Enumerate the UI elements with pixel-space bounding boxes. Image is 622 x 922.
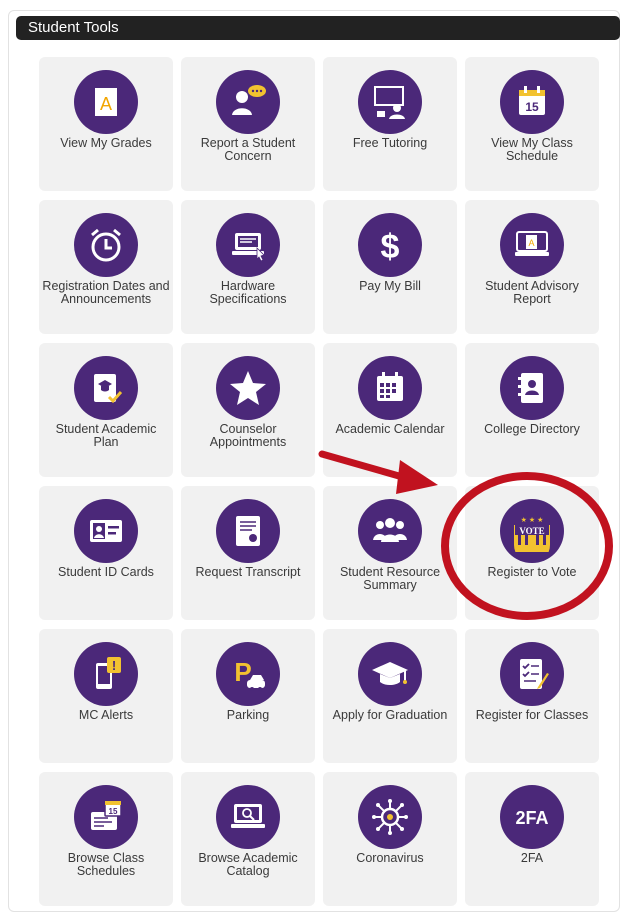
- tile-label: Parking: [226, 708, 270, 722]
- tile-label: 2FA: [520, 851, 544, 865]
- parking-icon: P: [216, 642, 280, 706]
- twofa-icon: 2FA: [500, 785, 564, 849]
- tile-label: Student Resource Summary: [339, 565, 441, 592]
- tile-counselor-appointments[interactable]: Counselor Appointments: [181, 343, 315, 477]
- tile-label: Registration Dates and Announcements: [42, 279, 170, 306]
- alarm-clock-icon: [74, 213, 138, 277]
- tile-label: Free Tutoring: [352, 136, 428, 150]
- tile-parking[interactable]: P Parking: [181, 629, 315, 763]
- tile-label: Academic Calendar: [335, 422, 445, 436]
- tile-free-tutoring[interactable]: Free Tutoring: [323, 57, 457, 191]
- tile-label: Student Academic Plan: [55, 422, 157, 449]
- grad-cap-icon: [358, 642, 422, 706]
- transcript-icon: [216, 499, 280, 563]
- svg-text:A: A: [100, 94, 112, 114]
- svg-text:A: A: [528, 238, 534, 248]
- tile-register-to-vote[interactable]: VOTE ★ ★ ★ Register to Vote: [465, 486, 599, 620]
- directory-icon: [500, 356, 564, 420]
- virus-icon: [358, 785, 422, 849]
- tile-pay-my-bill[interactable]: $ Pay My Bill: [323, 200, 457, 334]
- tile-mc-alerts[interactable]: ! MC Alerts: [39, 629, 173, 763]
- tile-label: Student ID Cards: [58, 565, 154, 579]
- catalog-icon: [216, 785, 280, 849]
- tile-register-for-classes[interactable]: Register for Classes: [465, 629, 599, 763]
- dollar-icon: $: [358, 213, 422, 277]
- vote-icon: VOTE ★ ★ ★: [500, 499, 564, 563]
- tile-label: Register for Classes: [475, 708, 589, 722]
- tile-apply-for-graduation[interactable]: Apply for Graduation: [323, 629, 457, 763]
- tile-student-advisory-report[interactable]: A Student Advisory Report: [465, 200, 599, 334]
- tile-student-id-cards[interactable]: Student ID Cards: [39, 486, 173, 620]
- concern-icon: [216, 70, 280, 134]
- checklist-icon: [500, 642, 564, 706]
- tile-academic-calendar[interactable]: Academic Calendar: [323, 343, 457, 477]
- svg-text:15: 15: [525, 100, 539, 114]
- tile-label: Student Advisory Report: [485, 279, 579, 306]
- tile-label: Hardware Specifications: [209, 279, 287, 306]
- grade-icon: A: [74, 70, 138, 134]
- tile-coronavirus[interactable]: Coronavirus: [323, 772, 457, 906]
- tile-label: Browse Academic Catalog: [198, 851, 298, 878]
- tile-label: College Directory: [484, 422, 580, 436]
- panel-title: Student Tools: [16, 16, 620, 40]
- tile-label: Apply for Graduation: [332, 708, 448, 722]
- tile-hardware-specifications[interactable]: Hardware Specifications: [181, 200, 315, 334]
- tile-request-transcript[interactable]: Request Transcript: [181, 486, 315, 620]
- alert-phone-icon: !: [74, 642, 138, 706]
- laptop-icon: [216, 213, 280, 277]
- tools-grid: A View My Grades Report a Student Concer…: [39, 57, 601, 906]
- svg-text:$: $: [381, 228, 400, 266]
- tile-registration-dates[interactable]: Registration Dates and Announcements: [39, 200, 173, 334]
- schedule-badge: 15: [109, 807, 118, 816]
- tile-report-student-concern[interactable]: Report a Student Concern: [181, 57, 315, 191]
- tile-label: Request Transcript: [195, 565, 301, 579]
- calendar-icon: [358, 356, 422, 420]
- svg-text:!: !: [112, 658, 116, 673]
- tutoring-icon: [358, 70, 422, 134]
- star-person-icon: [216, 356, 280, 420]
- people-icon: [358, 499, 422, 563]
- tile-label: View My Class Schedule: [491, 136, 573, 163]
- plan-icon: [74, 356, 138, 420]
- report-icon: A: [500, 213, 564, 277]
- calendar-15-icon: 15: [500, 70, 564, 134]
- tile-label: Register to Vote: [487, 565, 577, 579]
- tile-student-resource-summary[interactable]: Student Resource Summary: [323, 486, 457, 620]
- tile-label: Browse Class Schedules: [67, 851, 145, 878]
- tile-label: View My Grades: [60, 136, 152, 150]
- vote-text: VOTE: [519, 526, 544, 536]
- tile-view-class-schedule[interactable]: 15 View My Class Schedule: [465, 57, 599, 191]
- tile-college-directory[interactable]: College Directory: [465, 343, 599, 477]
- tile-browse-class-schedules[interactable]: 15 Browse Class Schedules: [39, 772, 173, 906]
- tile-2fa[interactable]: 2FA 2FA: [465, 772, 599, 906]
- tile-label: Coronavirus: [356, 851, 424, 865]
- tile-label: Pay My Bill: [359, 279, 421, 293]
- tile-student-academic-plan[interactable]: Student Academic Plan: [39, 343, 173, 477]
- svg-text:★ ★ ★: ★ ★ ★: [521, 516, 544, 524]
- tile-label: Report a Student Concern: [200, 136, 296, 163]
- id-card-icon: [74, 499, 138, 563]
- tile-label: MC Alerts: [78, 708, 134, 722]
- schedule-icon: 15: [74, 785, 138, 849]
- tile-view-my-grades[interactable]: A View My Grades: [39, 57, 173, 191]
- tile-browse-academic-catalog[interactable]: Browse Academic Catalog: [181, 772, 315, 906]
- twofa-text: 2FA: [515, 808, 548, 828]
- tile-label: Counselor Appointments: [209, 422, 287, 449]
